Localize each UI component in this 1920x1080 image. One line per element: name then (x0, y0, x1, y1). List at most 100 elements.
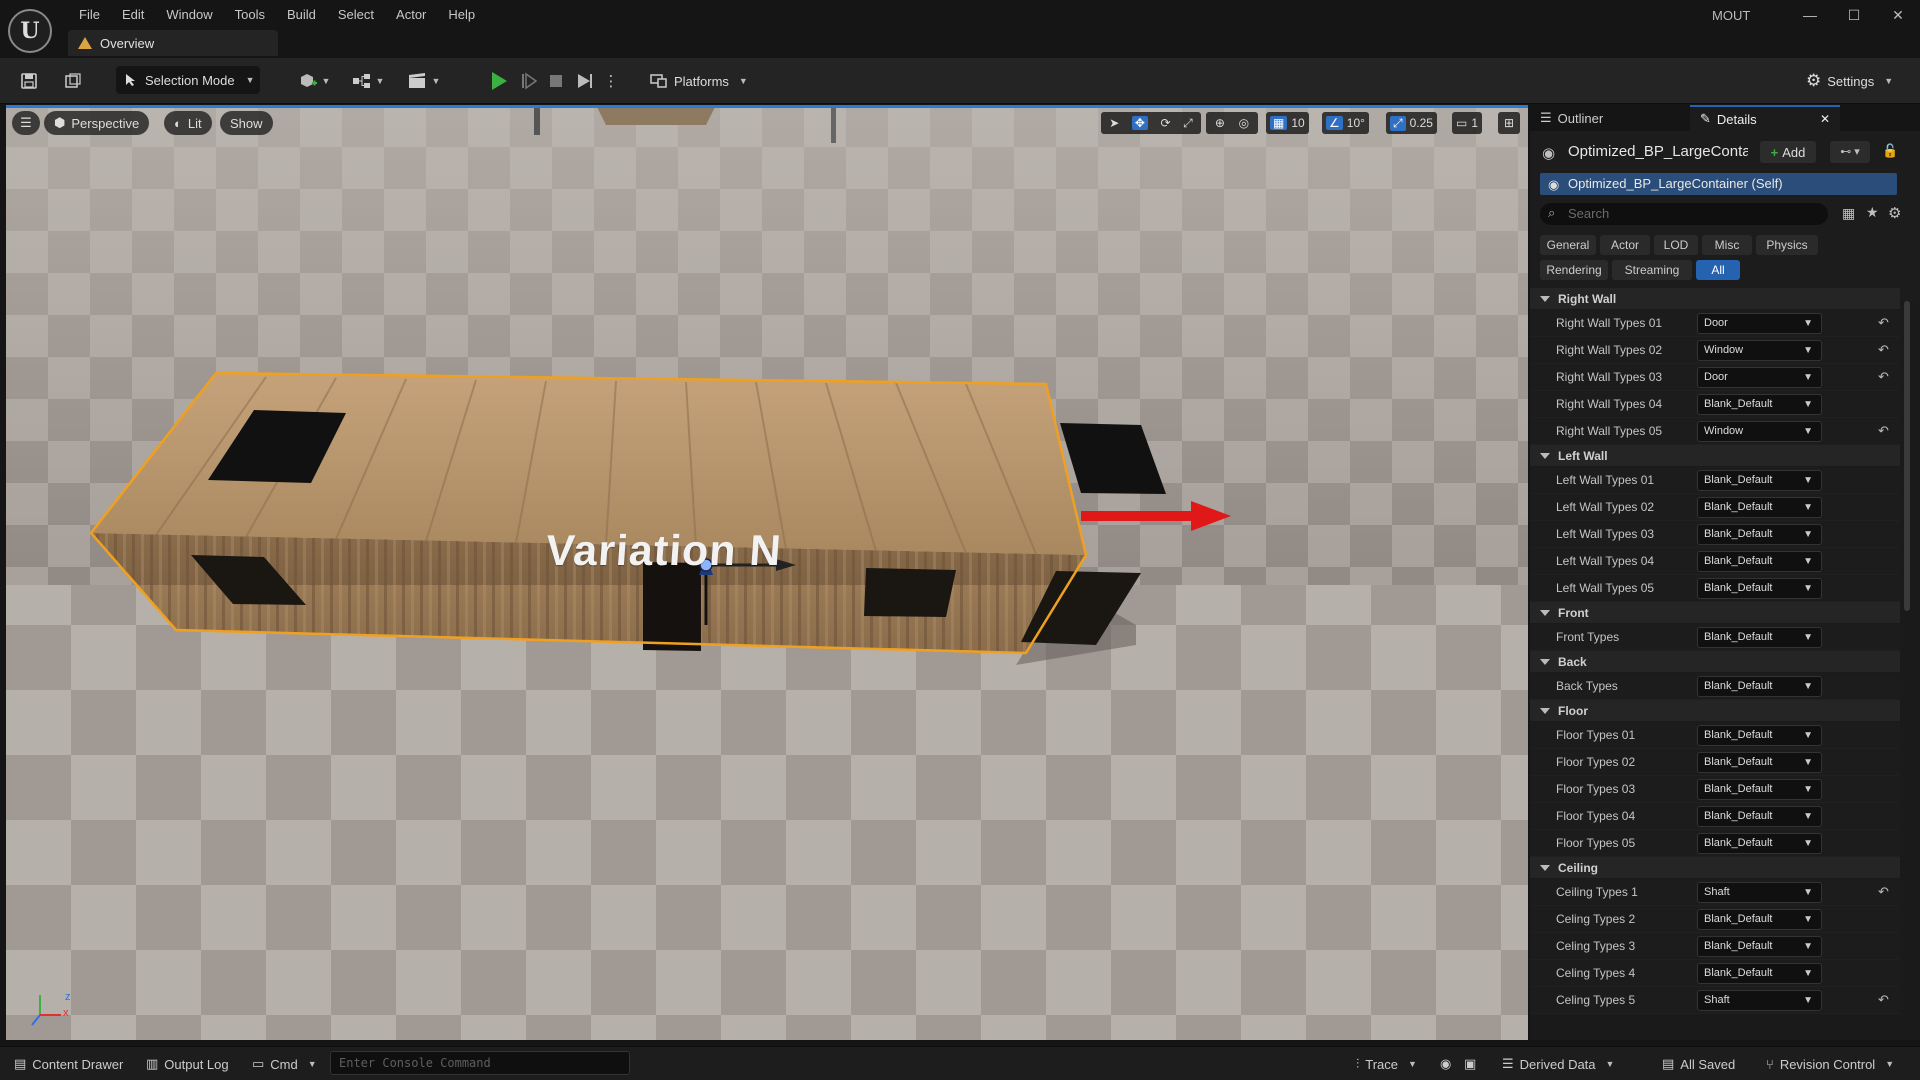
table-view-icon[interactable]: ▦ (1842, 205, 1855, 222)
component-self-row[interactable]: Optimized_BP_LargeContainer (Self) (1540, 173, 1897, 195)
menu-tools[interactable]: Tools (224, 6, 276, 24)
category-ceiling[interactable]: Ceiling (1530, 857, 1900, 879)
layout-button[interactable]: ⊞ (1498, 112, 1520, 134)
filter-rendering[interactable]: Rendering (1540, 260, 1608, 280)
output-log-button[interactable]: ▥ Output Log (146, 1055, 229, 1073)
property-value-dropdown[interactable]: Shaft ▼ (1697, 990, 1822, 1011)
add-actor-icon[interactable]: ▼ (296, 69, 332, 93)
tab-outliner[interactable]: ☰ Outliner (1530, 105, 1690, 131)
property-value-dropdown[interactable]: Blank_Default ▼ (1697, 779, 1822, 800)
camera-speed-button[interactable]: ▭ 1 (1452, 112, 1483, 134)
property-value-dropdown[interactable]: Window ▼ (1697, 340, 1822, 361)
lit-button[interactable]: ◐ Lit (164, 111, 212, 135)
viewport-menu-button[interactable]: ☰ (12, 111, 40, 135)
world-space-icon[interactable]: ⊕ (1215, 116, 1225, 130)
category-left-wall[interactable]: Left Wall (1530, 445, 1900, 467)
property-value-dropdown[interactable]: Blank_Default ▼ (1697, 963, 1822, 984)
details-scrollbar[interactable] (1904, 301, 1910, 611)
unreal-logo-icon[interactable]: U (8, 9, 52, 53)
menu-help[interactable]: Help (437, 6, 486, 24)
filter-streaming[interactable]: Streaming (1612, 260, 1692, 280)
save-icon[interactable] (18, 69, 40, 93)
property-value-dropdown[interactable]: Door ▼ (1697, 313, 1822, 334)
content-drawer-button[interactable]: ▤ Content Drawer (14, 1055, 123, 1073)
rotate-tool-icon[interactable]: ⟳ (1160, 116, 1170, 130)
reset-to-default-icon[interactable]: ↶ (1878, 342, 1889, 358)
derived-data-dropdown[interactable]: ☰ Derived Data ▼ (1502, 1055, 1614, 1073)
property-value-dropdown[interactable]: Blank_Default ▼ (1697, 394, 1822, 415)
eject-icon[interactable] (574, 69, 596, 93)
property-value-dropdown[interactable]: Window ▼ (1697, 421, 1822, 442)
reset-to-default-icon[interactable]: ↶ (1878, 369, 1889, 385)
reset-to-default-icon[interactable]: ↶ (1878, 423, 1889, 439)
step-icon[interactable] (518, 69, 540, 93)
cinematics-icon[interactable]: ▼ (406, 69, 442, 93)
property-value-dropdown[interactable]: Blank_Default ▼ (1697, 497, 1822, 518)
perspective-button[interactable]: ⬢ Perspective (44, 111, 150, 135)
property-value-dropdown[interactable]: Blank_Default ▼ (1697, 551, 1822, 572)
trace-dropdown[interactable]: ⫶ Trace ▼ (1356, 1055, 1417, 1073)
blueprint-options-button[interactable]: ⊷ ▾ (1830, 141, 1870, 163)
reset-to-default-icon[interactable]: ↶ (1878, 884, 1889, 900)
minimize-icon[interactable]: — (1798, 5, 1822, 25)
grid-snap-toggle[interactable]: ▦ 10 (1266, 112, 1309, 134)
tab-details[interactable]: ✎ Details ✕ (1690, 105, 1840, 131)
filter-all[interactable]: All (1696, 260, 1740, 280)
property-value-dropdown[interactable]: Blank_Default ▼ (1697, 524, 1822, 545)
property-value-dropdown[interactable]: Blank_Default ▼ (1697, 627, 1822, 648)
property-value-dropdown[interactable]: Blank_Default ▼ (1697, 470, 1822, 491)
property-value-dropdown[interactable]: Blank_Default ▼ (1697, 806, 1822, 827)
reset-to-default-icon[interactable]: ↶ (1878, 992, 1889, 1008)
category-floor[interactable]: Floor (1530, 700, 1900, 722)
property-value-dropdown[interactable]: Shaft ▼ (1697, 882, 1822, 903)
menu-select[interactable]: Select (327, 6, 385, 24)
close-window-icon[interactable]: ✕ (1886, 5, 1910, 25)
all-saved-button[interactable]: ▤ All Saved (1662, 1055, 1735, 1073)
property-value-dropdown[interactable]: Blank_Default ▼ (1697, 578, 1822, 599)
stop-icon[interactable] (545, 69, 567, 93)
filter-actor[interactable]: Actor (1600, 235, 1650, 255)
move-tool-icon[interactable]: ✥ (1131, 116, 1148, 130)
scale-snap-toggle[interactable]: ⤢ 0.25 (1386, 112, 1437, 134)
rotation-snap-toggle[interactable]: ∠ 10° (1322, 112, 1369, 134)
revision-control-dropdown[interactable]: ⑂ Revision Control ▼ (1766, 1055, 1894, 1073)
add-component-button[interactable]: + Add (1760, 141, 1816, 163)
more-options-icon[interactable]: ⋮ (604, 69, 619, 93)
lock-icon[interactable]: 🔓 (1882, 143, 1898, 159)
level-viewport[interactable]: Variation N z x ☰ ⬢ Perspective ◐ Lit Sh… (6, 105, 1528, 1040)
property-value-dropdown[interactable]: Blank_Default ▼ (1697, 725, 1822, 746)
property-value-dropdown[interactable]: Blank_Default ▼ (1697, 909, 1822, 930)
platforms-dropdown[interactable]: Platforms ▼ (650, 69, 748, 93)
favorite-star-icon[interactable]: ★ (1866, 204, 1879, 221)
screenshot-icon[interactable]: ▣ (1464, 1055, 1476, 1073)
category-back[interactable]: Back (1530, 651, 1900, 673)
menu-actor[interactable]: Actor (385, 6, 437, 24)
tab-overview[interactable]: Overview (68, 30, 278, 56)
play-icon[interactable] (487, 69, 511, 93)
details-settings-icon[interactable]: ⚙ (1888, 204, 1901, 222)
reset-to-default-icon[interactable]: ↶ (1878, 315, 1889, 331)
cmd-dropdown[interactable]: ▭ Cmd ▼ (252, 1055, 317, 1073)
scale-tool-icon[interactable]: ⤢ (1183, 116, 1193, 131)
settings-dropdown[interactable]: ⚙ Settings ▼ (1806, 69, 1893, 93)
surface-snap-icon[interactable]: ◎ (1239, 116, 1249, 130)
property-value-dropdown[interactable]: Blank_Default ▼ (1697, 752, 1822, 773)
record-icon[interactable]: ◉ (1440, 1055, 1451, 1073)
menu-edit[interactable]: Edit (111, 6, 155, 24)
property-value-dropdown[interactable]: Blank_Default ▼ (1697, 676, 1822, 697)
filter-physics[interactable]: Physics (1756, 235, 1818, 255)
maximize-icon[interactable]: ☐ (1842, 5, 1866, 25)
filter-general[interactable]: General (1540, 235, 1596, 255)
property-value-dropdown[interactable]: Blank_Default ▼ (1697, 936, 1822, 957)
select-tool-icon[interactable]: ➤ (1109, 116, 1119, 130)
filter-misc[interactable]: Misc (1702, 235, 1752, 255)
show-button[interactable]: Show (220, 111, 273, 135)
filter-lod[interactable]: LOD (1654, 235, 1698, 255)
category-right-wall[interactable]: Right Wall (1530, 288, 1900, 310)
blueprints-icon[interactable]: ▼ (350, 69, 386, 93)
menu-build[interactable]: Build (276, 6, 327, 24)
property-value-dropdown[interactable]: Door ▼ (1697, 367, 1822, 388)
property-value-dropdown[interactable]: Blank_Default ▼ (1697, 833, 1822, 854)
browse-content-icon[interactable] (62, 69, 84, 93)
close-tab-icon[interactable]: ✕ (1820, 112, 1830, 126)
